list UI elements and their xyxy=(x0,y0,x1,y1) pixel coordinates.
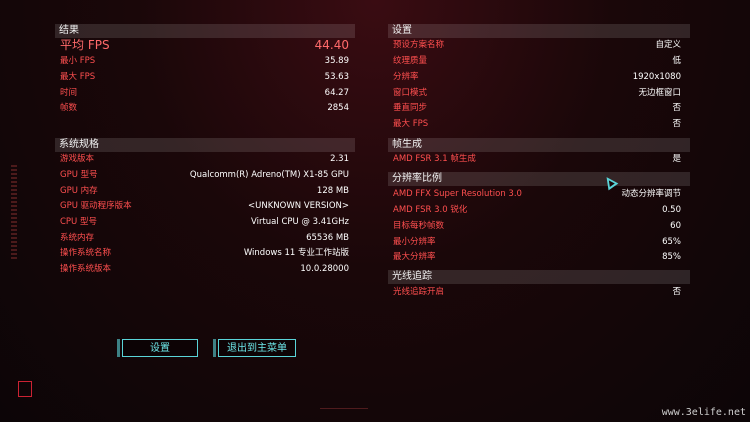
results-value: 44.40 xyxy=(314,38,349,52)
results-label: 时间 xyxy=(60,88,78,98)
settings-value: 低 xyxy=(672,56,681,66)
scaling-value: 85% xyxy=(662,252,681,262)
settings-row: 垂直同步 否 xyxy=(393,101,681,116)
raytracing-label: 光线追踪开启 xyxy=(393,287,445,297)
scaling-label: 目标每秒帧数 xyxy=(393,221,445,231)
system-row: GPU 驱动程序版本 <UNKNOWN VERSION> xyxy=(60,199,349,214)
system-label: GPU 型号 xyxy=(60,170,98,180)
system-label: 操作系统版本 xyxy=(60,264,112,274)
system-value: <UNKNOWN VERSION> xyxy=(248,201,349,211)
raytracing-value: 否 xyxy=(672,287,681,297)
scaling-value: 60 xyxy=(670,221,681,231)
results-row: 最小 FPS 35.89 xyxy=(60,54,349,69)
results-value: 35.89 xyxy=(324,56,349,66)
results-label: 帧数 xyxy=(60,103,78,113)
system-value: Virtual CPU @ 3.41GHz xyxy=(250,217,349,227)
settings-row: 纹理质量 低 xyxy=(393,54,681,69)
framegen-value: 是 xyxy=(672,154,681,164)
system-value: 128 MB xyxy=(316,186,349,196)
system-label: GPU 内存 xyxy=(60,186,98,196)
scaling-row: AMD FFX Super Resolution 3.0 动态分辨率调节 xyxy=(393,187,681,202)
settings-value: 1920x1080 xyxy=(632,72,681,82)
raytracing-row: 光线追踪开启 否 xyxy=(393,285,681,300)
bottom-decoration xyxy=(320,408,368,409)
scaling-row: 最大分辨率 85% xyxy=(393,250,681,265)
framegen-row: AMD FSR 3.1 帧生成 是 xyxy=(393,152,681,167)
scaling-row: AMD FSR 3.0 锐化 0.50 xyxy=(393,203,681,218)
system-row: CPU 型号 Virtual CPU @ 3.41GHz xyxy=(60,215,349,230)
logo-icon xyxy=(18,381,32,397)
system-value: 10.0.28000 xyxy=(300,264,349,274)
results-label: 最大 FPS xyxy=(60,72,96,82)
settings-header: 设置 xyxy=(388,24,690,38)
results-value: 64.27 xyxy=(324,88,349,98)
system-label: 操作系统名称 xyxy=(60,248,112,258)
system-row: GPU 内存 128 MB xyxy=(60,184,349,199)
results-row: 平均 FPS 44.40 xyxy=(60,38,349,53)
scaling-value: 动态分辨率调节 xyxy=(621,189,681,199)
raytracing-header: 光线追踪 xyxy=(388,270,690,284)
results-row: 帧数 2854 xyxy=(60,101,349,116)
side-decoration xyxy=(11,165,17,260)
scaling-row: 目标每秒帧数 60 xyxy=(393,219,681,234)
system-row: GPU 型号 Qualcomm(R) Adreno(TM) X1-85 GPU xyxy=(60,168,349,183)
scaling-label: 最大分辨率 xyxy=(393,252,436,262)
system-label: 系统内存 xyxy=(60,233,95,243)
settings-row: 最大 FPS 否 xyxy=(393,117,681,132)
framegen-label: AMD FSR 3.1 帧生成 xyxy=(393,154,476,164)
settings-row: 分辨率 1920x1080 xyxy=(393,70,681,85)
settings-label: 窗口模式 xyxy=(393,88,428,98)
settings-button[interactable]: 设置 xyxy=(117,339,198,357)
results-value: 2854 xyxy=(327,103,349,113)
system-row: 游戏版本 2.31 xyxy=(60,152,349,167)
system-row: 操作系统版本 10.0.28000 xyxy=(60,262,349,277)
system-value: 65536 MB xyxy=(306,233,349,243)
scaling-value: 0.50 xyxy=(662,205,681,215)
settings-value: 无边框窗口 xyxy=(638,88,681,98)
scaling-label: AMD FFX Super Resolution 3.0 xyxy=(393,189,522,199)
results-row: 时间 64.27 xyxy=(60,86,349,101)
system-header: 系统规格 xyxy=(55,138,355,152)
exit-to-main-menu-button[interactable]: 退出到主菜单 xyxy=(213,339,296,357)
results-value: 53.63 xyxy=(324,72,349,82)
settings-value: 否 xyxy=(672,119,681,129)
settings-value: 否 xyxy=(672,103,681,113)
system-value: Windows 11 专业工作站版 xyxy=(243,248,349,258)
watermark: www.3elife.net xyxy=(661,407,746,418)
settings-value: 自定义 xyxy=(655,40,681,50)
system-row: 操作系统名称 Windows 11 专业工作站版 xyxy=(60,246,349,261)
system-label: 游戏版本 xyxy=(60,154,95,164)
settings-label: 分辨率 xyxy=(393,72,419,82)
results-label: 平均 FPS xyxy=(60,38,110,52)
settings-label: 最大 FPS xyxy=(393,119,429,129)
settings-row: 窗口模式 无边框窗口 xyxy=(393,86,681,101)
scaling-label: 最小分辨率 xyxy=(393,237,436,247)
system-label: GPU 驱动程序版本 xyxy=(60,201,132,211)
scaling-row: 最小分辨率 65% xyxy=(393,235,681,250)
settings-label: 垂直同步 xyxy=(393,103,428,113)
settings-label: 纹理质量 xyxy=(393,56,428,66)
results-label: 最小 FPS xyxy=(60,56,96,66)
framegen-header: 帧生成 xyxy=(388,138,690,152)
scaling-label: AMD FSR 3.0 锐化 xyxy=(393,205,468,215)
results-row: 最大 FPS 53.63 xyxy=(60,70,349,85)
system-row: 系统内存 65536 MB xyxy=(60,231,349,246)
results-header: 结果 xyxy=(55,24,355,38)
scaling-value: 65% xyxy=(662,237,681,247)
system-value: 2.31 xyxy=(330,154,349,164)
settings-label: 预设方案名称 xyxy=(393,40,445,50)
settings-row: 预设方案名称 自定义 xyxy=(393,38,681,53)
system-value: Qualcomm(R) Adreno(TM) X1-85 GPU xyxy=(189,170,349,180)
system-label: CPU 型号 xyxy=(60,217,97,227)
scaling-header: 分辨率比例 xyxy=(388,172,690,186)
